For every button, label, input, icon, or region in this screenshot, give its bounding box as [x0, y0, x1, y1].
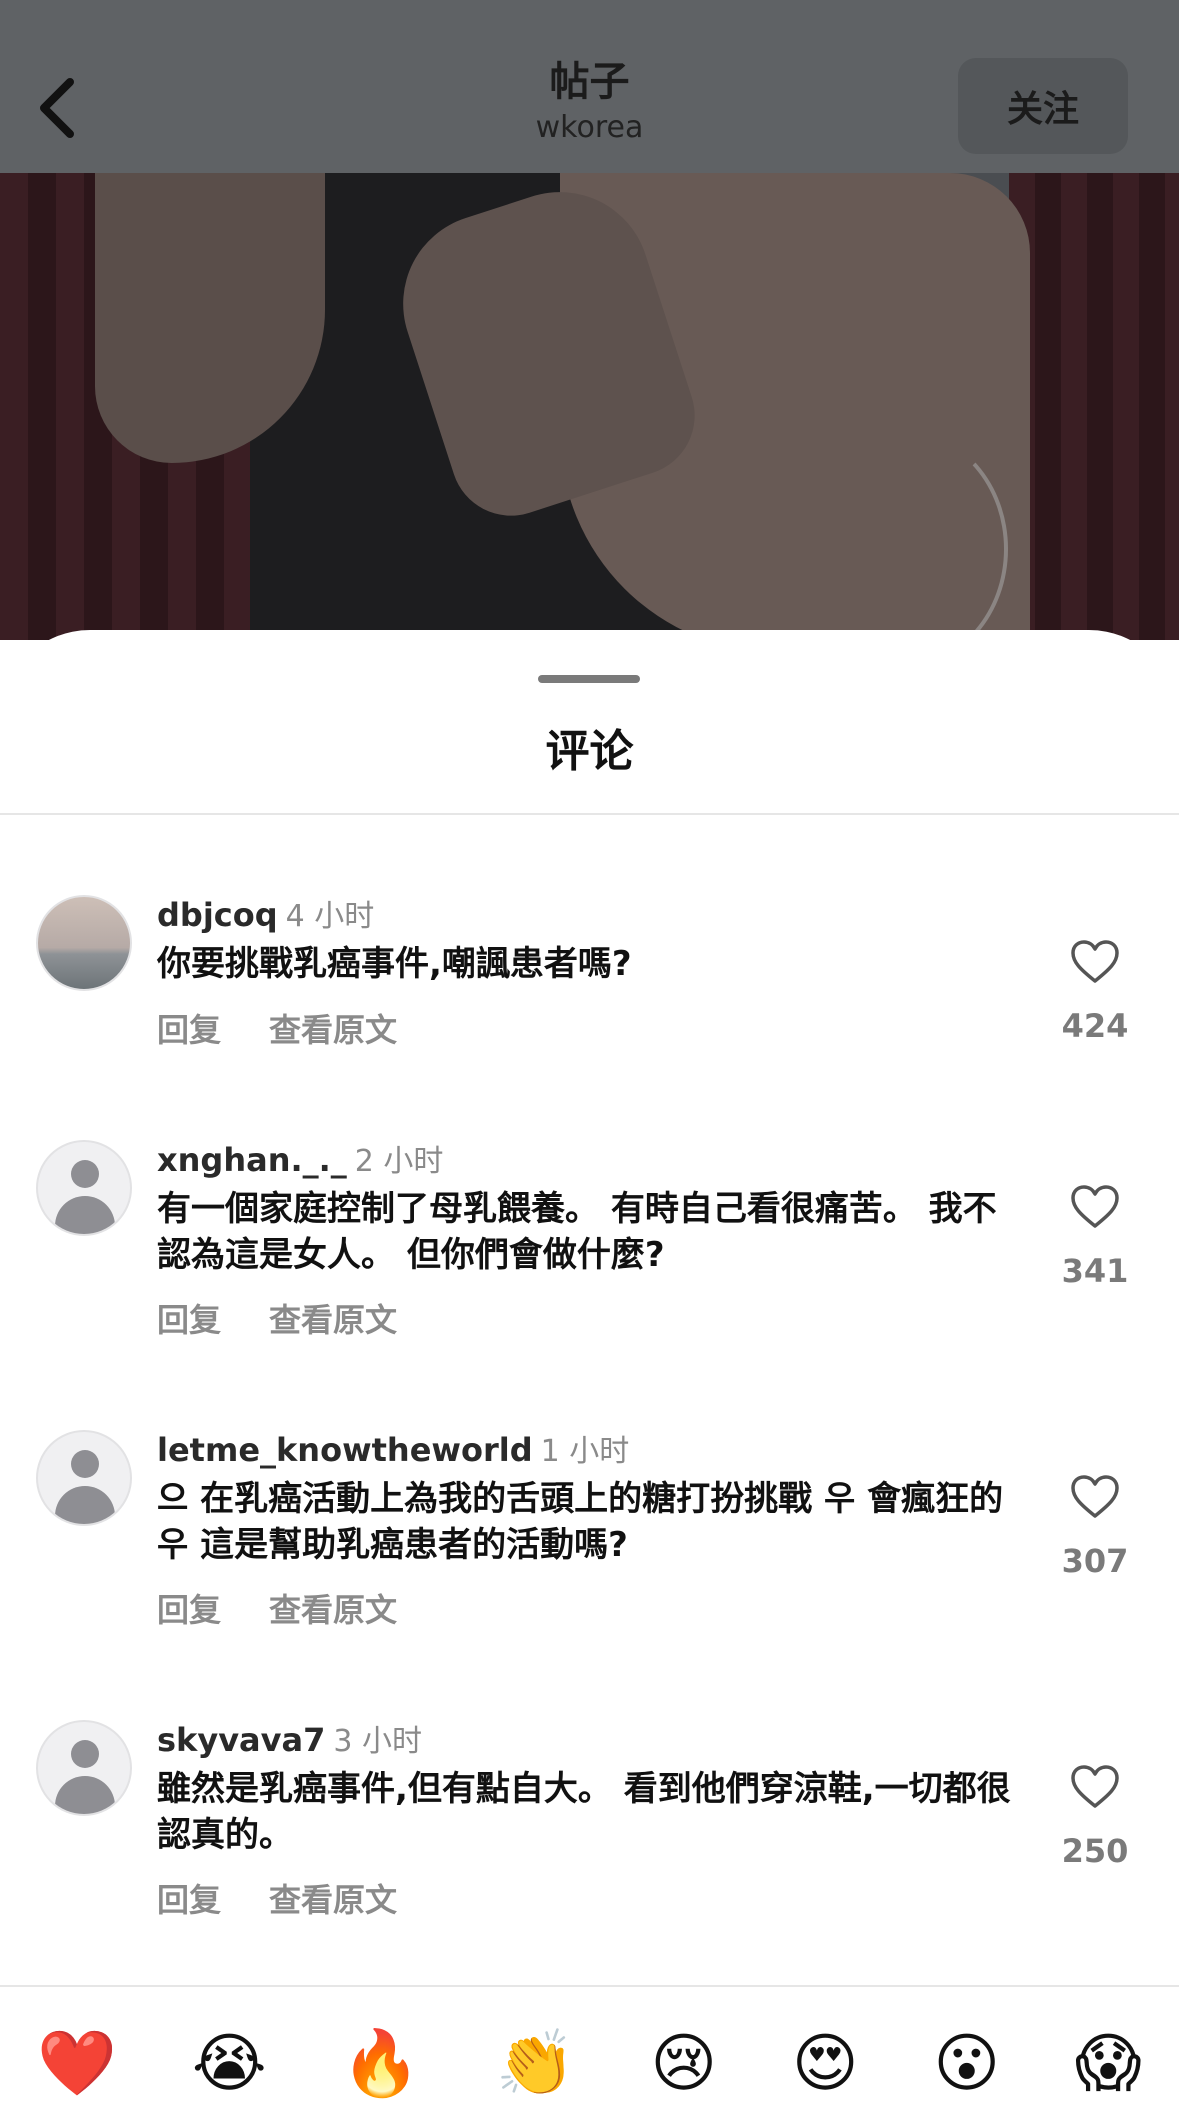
emoji-clapping[interactable]: 👏 [496, 2024, 576, 2104]
like-button[interactable]: 250 [1050, 1764, 1140, 1870]
emoji-surprised[interactable]: 😮 [933, 2024, 1000, 2104]
view-original-button[interactable]: 查看原文 [269, 1301, 397, 1339]
like-count: 341 [1061, 1252, 1129, 1290]
comment-actions: 回复 查看原文 [157, 1585, 445, 1631]
comment-time: 3 小时 [333, 1724, 422, 1759]
emoji-loudly-crying[interactable]: 😭 [192, 2024, 267, 2104]
reply-button[interactable]: 回复 [157, 1591, 221, 1629]
drag-handle[interactable] [538, 675, 640, 683]
comment-time: 1 小时 [540, 1434, 630, 1469]
comment-text: 有一個家庭控制了母乳餵養。 有時自己看很痛苦。 我不認為這是女人。 但你們會做什… [157, 1189, 997, 1275]
comment-actions: 回复 查看原文 [157, 1295, 445, 1341]
comment-actions: 回复 查看原文 [157, 1875, 445, 1921]
like-button[interactable]: 307 [1050, 1474, 1140, 1580]
comment-text: 雖然是乳癌事件,但有點自大。 看到他們穿涼鞋,一切都很認真的。 [157, 1769, 1011, 1855]
emoji-bar-divider [0, 1985, 1179, 1987]
heart-icon [1071, 1475, 1119, 1518]
default-avatar-body [55, 1776, 115, 1814]
avatar[interactable] [36, 1720, 132, 1816]
default-avatar-body [55, 1196, 115, 1234]
view-original-button[interactable]: 查看原文 [269, 1881, 397, 1919]
comment-username[interactable]: dbjcoq [157, 896, 278, 934]
comment-meta: skyvava7 3 小时 [157, 1720, 422, 1762]
comment-item: skyvava7 3 小时 雖然是乳癌事件,但有點自大。 看到他們穿涼鞋,一切都很… [0, 1720, 1179, 1930]
emoji-screaming[interactable]: 😱 [1075, 2024, 1142, 2104]
like-count: 424 [1061, 1007, 1129, 1045]
curtain-right [1009, 173, 1179, 640]
heart-icon [1071, 1765, 1119, 1808]
comment-username[interactable]: xnghan._._ [157, 1141, 347, 1179]
comment-username[interactable]: letme_knowtheworld [157, 1431, 533, 1469]
comments-sheet: 评论 dbjcoq 4 小时 你要挑戰乳癌事件,嘲諷患者嗎? 回复 查看原文 424… [0, 630, 1179, 2118]
comment-time: 2 小时 [354, 1144, 444, 1179]
emoji-reaction-bar: ❤️ 😭 🔥 👏 😢 😍 😮 😱 [0, 2010, 1179, 2118]
top-nav-bar: 帖子 wkorea 关注 [0, 0, 1179, 173]
view-original-button[interactable]: 查看原文 [269, 1011, 397, 1049]
comment-meta: xnghan._._ 2 小时 [157, 1140, 443, 1182]
reply-button[interactable]: 回复 [157, 1881, 221, 1919]
comment-meta: letme_knowtheworld 1 小时 [157, 1430, 629, 1472]
comment-text: 으 在乳癌活動上為我的舌頭上的糖打扮挑戰 우 會瘋狂的 우 這是幫助乳癌患者的活… [157, 1479, 1004, 1565]
reply-button[interactable]: 回复 [157, 1301, 221, 1339]
reply-button[interactable]: 回复 [157, 1011, 221, 1049]
like-count: 307 [1061, 1542, 1129, 1580]
avatar[interactable] [36, 895, 132, 991]
like-button[interactable]: 424 [1050, 939, 1140, 1045]
comment-time: 4 小时 [285, 899, 375, 934]
emoji-red-heart[interactable]: ❤️ [37, 2024, 117, 2104]
like-count: 250 [1061, 1832, 1129, 1870]
like-button[interactable]: 341 [1050, 1184, 1140, 1290]
emoji-heart-eyes[interactable]: 😍 [792, 2024, 859, 2104]
sheet-title: 评论 [545, 726, 634, 777]
default-avatar-icon [71, 1450, 99, 1478]
comment-username[interactable]: skyvava7 [157, 1721, 325, 1759]
header-divider [0, 813, 1179, 815]
comment-item: dbjcoq 4 小时 你要挑戰乳癌事件,嘲諷患者嗎? 回复 查看原文 424 [0, 895, 1179, 1065]
default-avatar-body [55, 1486, 115, 1524]
comment-meta: dbjcoq 4 小时 [157, 895, 374, 937]
heart-icon [1071, 940, 1119, 983]
comment-item: letme_knowtheworld 1 小时 으 在乳癌活動上為我的舌頭上的糖打… [0, 1430, 1179, 1640]
avatar[interactable] [36, 1430, 132, 1526]
emoji-crying[interactable]: 😢 [650, 2024, 717, 2104]
emoji-fire[interactable]: 🔥 [341, 2024, 421, 2104]
avatar[interactable] [36, 1140, 132, 1236]
view-original-button[interactable]: 查看原文 [269, 1591, 397, 1629]
default-avatar-icon [71, 1740, 99, 1768]
comment-actions: 回复 查看原文 [157, 1005, 445, 1051]
default-avatar-icon [71, 1160, 99, 1188]
follow-button[interactable]: 关注 [958, 58, 1128, 154]
comment-text: 你要挑戰乳癌事件,嘲諷患者嗎? [157, 944, 632, 984]
comment-item: xnghan._._ 2 小时 有一個家庭控制了母乳餵養。 有時自己看很痛苦。 我… [0, 1140, 1179, 1350]
heart-icon [1071, 1185, 1119, 1228]
